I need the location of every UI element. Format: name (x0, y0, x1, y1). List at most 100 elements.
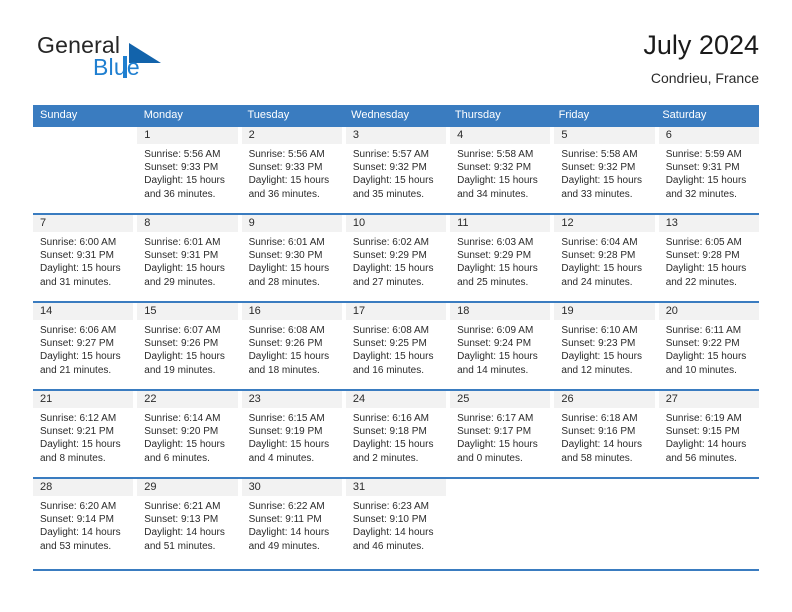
day-cell[interactable] (450, 479, 555, 565)
day-cell[interactable]: 13 Sunrise: 6:05 AM Sunset: 9:28 PM Dayl… (658, 215, 759, 301)
daylight-text-line2: and 56 minutes. (665, 452, 737, 464)
daylight-text-line1: Daylight: 14 hours (248, 527, 330, 539)
day-cell[interactable]: 30 Sunrise: 6:22 AM Sunset: 9:11 PM Dayl… (241, 479, 346, 565)
day-cell[interactable]: 19 Sunrise: 6:10 AM Sunset: 9:23 PM Dayl… (554, 303, 659, 389)
daylight-text-line1: Daylight: 15 hours (352, 439, 434, 451)
daylight-text-line2: and 33 minutes. (561, 188, 633, 200)
calendar-grid: Sunday Monday Tuesday Wednesday Thursday… (33, 105, 759, 565)
day-cell[interactable]: 9 Sunrise: 6:01 AM Sunset: 9:30 PM Dayli… (241, 215, 346, 301)
day-number: 1 (144, 129, 151, 141)
day-number: 25 (457, 393, 470, 405)
day-cell[interactable]: 23 Sunrise: 6:15 AM Sunset: 9:19 PM Dayl… (241, 391, 346, 477)
day-cell[interactable]: 14 Sunrise: 6:06 AM Sunset: 9:27 PM Dayl… (33, 303, 138, 389)
daylight-text-line2: and 46 minutes. (352, 540, 425, 552)
daylight-text-line1: Daylight: 15 hours (144, 263, 225, 275)
sunset-text: Sunset: 9:14 PM (40, 514, 114, 526)
day-number-band: 5 (554, 127, 655, 144)
day-info: Sunrise: 6:15 AM Sunset: 9:19 PM Dayligh… (242, 408, 342, 465)
day-cell[interactable]: 3 Sunrise: 5:57 AM Sunset: 9:32 PM Dayli… (345, 127, 451, 213)
sunrise-text: Sunrise: 6:03 AM (457, 237, 534, 248)
calendar-bottom-rule (33, 569, 759, 571)
day-cell[interactable]: 8 Sunrise: 6:01 AM Sunset: 9:31 PM Dayli… (137, 215, 242, 301)
day-cell[interactable]: 26 Sunrise: 6:18 AM Sunset: 9:16 PM Dayl… (554, 391, 659, 477)
day-number: 30 (248, 481, 261, 493)
day-number: 10 (352, 217, 366, 229)
daylight-text-line1: Daylight: 15 hours (561, 351, 643, 363)
daylight-text-line2: and 27 minutes. (352, 276, 425, 288)
day-info: Sunrise: 6:20 AM Sunset: 9:14 PM Dayligh… (33, 496, 133, 553)
sunset-text: Sunset: 9:10 PM (352, 514, 427, 526)
weekday-friday: Friday (558, 109, 590, 121)
day-info: Sunrise: 6:17 AM Sunset: 9:17 PM Dayligh… (450, 408, 550, 465)
day-cell[interactable]: 16 Sunrise: 6:08 AM Sunset: 9:26 PM Dayl… (241, 303, 346, 389)
sunset-text: Sunset: 9:11 PM (248, 514, 322, 526)
weekday-header-row: Sunday Monday Tuesday Wednesday Thursday… (33, 105, 759, 125)
sunset-text: Sunset: 9:26 PM (144, 338, 219, 350)
day-cell[interactable]: 10 Sunrise: 6:02 AM Sunset: 9:29 PM Dayl… (345, 215, 451, 301)
daylight-text-line1: Daylight: 15 hours (457, 351, 538, 363)
day-number-band: 27 (658, 391, 759, 408)
day-number-band: 8 (137, 215, 238, 232)
day-cell[interactable]: 25 Sunrise: 6:17 AM Sunset: 9:17 PM Dayl… (450, 391, 555, 477)
day-number: 28 (40, 481, 53, 493)
day-number-band (659, 479, 759, 496)
day-number-band: 29 (137, 479, 238, 496)
sunrise-text: Sunrise: 6:17 AM (457, 413, 534, 424)
day-cell[interactable]: 1 Sunrise: 5:56 AM Sunset: 9:33 PM Dayli… (137, 127, 242, 213)
sunset-text: Sunset: 9:18 PM (352, 426, 427, 438)
day-info: Sunrise: 6:14 AM Sunset: 9:20 PM Dayligh… (137, 408, 237, 465)
sunset-text: Sunset: 9:13 PM (144, 514, 219, 526)
sunset-text: Sunset: 9:20 PM (144, 426, 219, 438)
day-cell[interactable]: 18 Sunrise: 6:09 AM Sunset: 9:24 PM Dayl… (450, 303, 555, 389)
sunset-text: Sunset: 9:32 PM (457, 162, 532, 174)
sunrise-text: Sunrise: 6:10 AM (561, 325, 638, 336)
day-cell[interactable]: 22 Sunrise: 6:14 AM Sunset: 9:20 PM Dayl… (137, 391, 242, 477)
sunset-text: Sunset: 9:29 PM (352, 250, 427, 262)
day-number-band: 15 (137, 303, 238, 320)
day-cell[interactable]: 20 Sunrise: 6:11 AM Sunset: 9:22 PM Dayl… (658, 303, 759, 389)
sunrise-text: Sunrise: 6:15 AM (248, 413, 325, 424)
day-cell[interactable]: 29 Sunrise: 6:21 AM Sunset: 9:13 PM Dayl… (137, 479, 242, 565)
day-cell[interactable]: 7 Sunrise: 6:00 AM Sunset: 9:31 PM Dayli… (33, 215, 138, 301)
day-cell[interactable] (554, 479, 659, 565)
day-cell[interactable]: 5 Sunrise: 5:58 AM Sunset: 9:32 PM Dayli… (554, 127, 659, 213)
sunset-text: Sunset: 9:31 PM (665, 162, 740, 174)
day-cell[interactable]: 2 Sunrise: 5:56 AM Sunset: 9:33 PM Dayli… (241, 127, 346, 213)
day-cell[interactable]: 21 Sunrise: 6:12 AM Sunset: 9:21 PM Dayl… (33, 391, 138, 477)
day-cell[interactable]: 27 Sunrise: 6:19 AM Sunset: 9:15 PM Dayl… (658, 391, 759, 477)
day-cell[interactable]: 12 Sunrise: 6:04 AM Sunset: 9:28 PM Dayl… (554, 215, 659, 301)
day-cell[interactable]: 28 Sunrise: 6:20 AM Sunset: 9:14 PM Dayl… (33, 479, 138, 565)
day-cell[interactable] (33, 127, 138, 213)
day-number-band: 12 (554, 215, 655, 232)
week-row: 1 Sunrise: 5:56 AM Sunset: 9:33 PM Dayli… (33, 125, 759, 213)
day-cell[interactable] (659, 479, 759, 565)
daylight-text-line2: and 2 minutes. (352, 452, 419, 464)
daylight-text-line1: Daylight: 14 hours (352, 527, 434, 539)
sunrise-text: Sunrise: 6:21 AM (144, 501, 221, 512)
daylight-text-line2: and 12 minutes. (561, 364, 633, 376)
daylight-text-line1: Daylight: 15 hours (40, 439, 121, 451)
day-cell[interactable]: 4 Sunrise: 5:58 AM Sunset: 9:32 PM Dayli… (450, 127, 555, 213)
day-info: Sunrise: 5:56 AM Sunset: 9:33 PM Dayligh… (242, 144, 342, 201)
sunrise-text: Sunrise: 5:58 AM (561, 149, 638, 160)
day-number: 11 (457, 217, 469, 229)
brand-logo[interactable]: General Blue (33, 32, 253, 94)
day-cell[interactable]: 31 Sunrise: 6:23 AM Sunset: 9:10 PM Dayl… (345, 479, 451, 565)
daylight-text-line1: Daylight: 15 hours (665, 351, 747, 363)
day-cell[interactable]: 17 Sunrise: 6:08 AM Sunset: 9:25 PM Dayl… (345, 303, 451, 389)
weekday-monday: Monday (143, 109, 183, 121)
day-number: 27 (665, 393, 678, 405)
daylight-text-line2: and 0 minutes. (457, 452, 523, 464)
day-number: 9 (248, 217, 255, 229)
day-number: 18 (457, 305, 470, 317)
day-info: Sunrise: 6:09 AM Sunset: 9:24 PM Dayligh… (450, 320, 550, 377)
day-cell[interactable]: 6 Sunrise: 5:59 AM Sunset: 9:31 PM Dayli… (658, 127, 759, 213)
daylight-text-line2: and 14 minutes. (457, 364, 529, 376)
sunrise-text: Sunrise: 6:11 AM (665, 325, 742, 336)
day-cell[interactable]: 11 Sunrise: 6:03 AM Sunset: 9:29 PM Dayl… (450, 215, 555, 301)
sunrise-text: Sunrise: 6:04 AM (561, 237, 638, 248)
day-cell[interactable]: 24 Sunrise: 6:16 AM Sunset: 9:18 PM Dayl… (345, 391, 451, 477)
day-info: Sunrise: 5:56 AM Sunset: 9:33 PM Dayligh… (137, 144, 237, 201)
day-cell[interactable]: 15 Sunrise: 6:07 AM Sunset: 9:26 PM Dayl… (137, 303, 242, 389)
sunrise-text: Sunrise: 5:58 AM (457, 149, 534, 160)
